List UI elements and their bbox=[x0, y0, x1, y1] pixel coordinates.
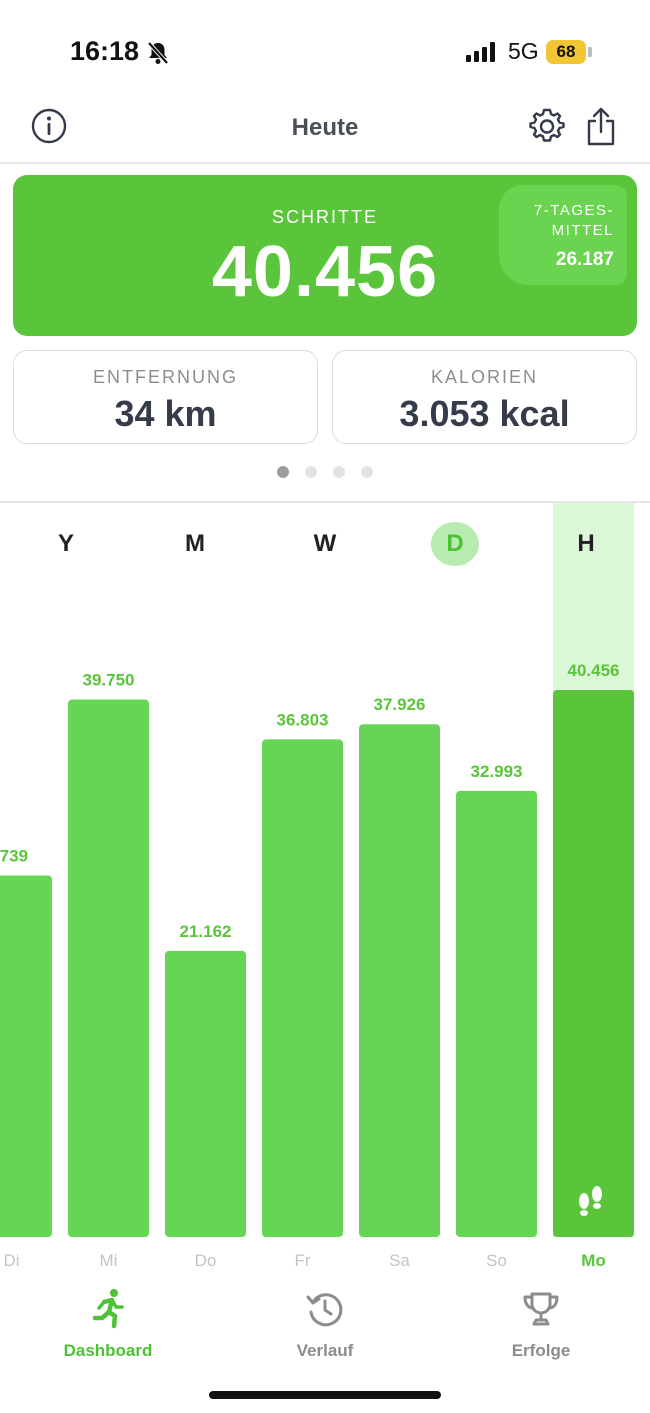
x-tick-label: Fr bbox=[294, 1251, 310, 1270]
x-tick-label: Do bbox=[195, 1251, 217, 1270]
distance-value: 34 km bbox=[114, 393, 217, 434]
distance-label: ENTFERNUNG bbox=[93, 367, 238, 387]
page-dot[interactable] bbox=[277, 466, 289, 478]
tab-erfolge-label: Erfolge bbox=[511, 1341, 571, 1360]
seven-day-average-label-line2: MITTEL bbox=[551, 222, 614, 239]
x-tick-label: Mi bbox=[100, 1251, 118, 1270]
tab-dashboard-label: Dashboard bbox=[63, 1341, 153, 1360]
bar-So[interactable] bbox=[456, 790, 537, 1237]
bar-Do[interactable] bbox=[165, 950, 246, 1237]
status-bar: 16:18 5G 68 bbox=[0, 0, 650, 100]
gear-icon[interactable] bbox=[527, 106, 567, 151]
bar-value-label: 39.750 bbox=[83, 671, 135, 690]
nav-header: Heute bbox=[0, 100, 650, 164]
history-icon bbox=[305, 1293, 345, 1334]
x-tick-label: Di bbox=[3, 1251, 19, 1270]
bar-value-label: 37.926 bbox=[374, 695, 426, 714]
calories-label: KALORIEN bbox=[430, 367, 539, 387]
bar-Mo[interactable] bbox=[553, 690, 634, 1237]
footsteps-icon bbox=[576, 1184, 606, 1223]
tab-dashboard[interactable]: Dashboard bbox=[33, 1288, 183, 1361]
bar-value-label: 36.803 bbox=[277, 710, 329, 729]
page-dot[interactable] bbox=[361, 466, 373, 478]
x-tick-label: So bbox=[486, 1251, 507, 1270]
seven-day-average-box: 7-TAGES- MITTEL 26.187 bbox=[499, 185, 627, 285]
steps-bar-chart[interactable]: .739 Di 39.750 Mi 21.162 Do 36.803 Fr 37.926 Sa 32… bbox=[0, 503, 650, 1283]
bar-Di[interactable] bbox=[0, 875, 52, 1237]
tab-verlauf-label: Verlauf bbox=[296, 1341, 354, 1360]
network-type: 5G bbox=[508, 38, 539, 64]
tab-verlauf[interactable]: Verlauf bbox=[250, 1288, 400, 1361]
bar-value-label: 32.993 bbox=[471, 762, 523, 781]
seven-day-average-value: 26.187 bbox=[555, 249, 614, 270]
battery-indicator: 68 bbox=[546, 40, 586, 64]
distance-card[interactable]: ENTFERNUNG 34 km bbox=[13, 350, 318, 444]
x-tick-label: Mo bbox=[581, 1251, 606, 1270]
bar-value-label: 21.162 bbox=[180, 922, 232, 941]
seven-day-average-label-line1: 7-TAGES- bbox=[533, 202, 614, 219]
calories-value: 3.053 kcal bbox=[399, 393, 570, 434]
home-indicator bbox=[209, 1391, 441, 1399]
bar-value-label: 40.456 bbox=[568, 661, 620, 680]
bell-muted-icon bbox=[146, 40, 170, 71]
bar-Mi[interactable] bbox=[68, 699, 149, 1237]
seven-day-average-label: 7-TAGES- MITTEL bbox=[504, 201, 614, 241]
steps-card[interactable]: SCHRITTE 40.456 7-TAGES- MITTEL 26.187 bbox=[13, 175, 637, 336]
running-icon bbox=[90, 1289, 126, 1334]
page-dot[interactable] bbox=[305, 466, 317, 478]
page-indicator[interactable] bbox=[0, 466, 650, 478]
x-tick-label: Sa bbox=[389, 1251, 410, 1270]
status-time: 16:18 bbox=[70, 36, 140, 66]
calories-card[interactable]: KALORIEN 3.053 kcal bbox=[332, 350, 637, 444]
bar-value-label: .739 bbox=[0, 846, 28, 865]
cellular-signal-icon bbox=[466, 42, 498, 67]
share-icon[interactable] bbox=[584, 106, 618, 153]
bar-Sa[interactable] bbox=[359, 724, 440, 1237]
trophy-icon bbox=[521, 1292, 561, 1334]
battery-cap bbox=[588, 47, 592, 57]
bar-Fr[interactable] bbox=[262, 739, 343, 1237]
tab-erfolge[interactable]: Erfolge bbox=[466, 1288, 616, 1361]
page-dot[interactable] bbox=[333, 466, 345, 478]
